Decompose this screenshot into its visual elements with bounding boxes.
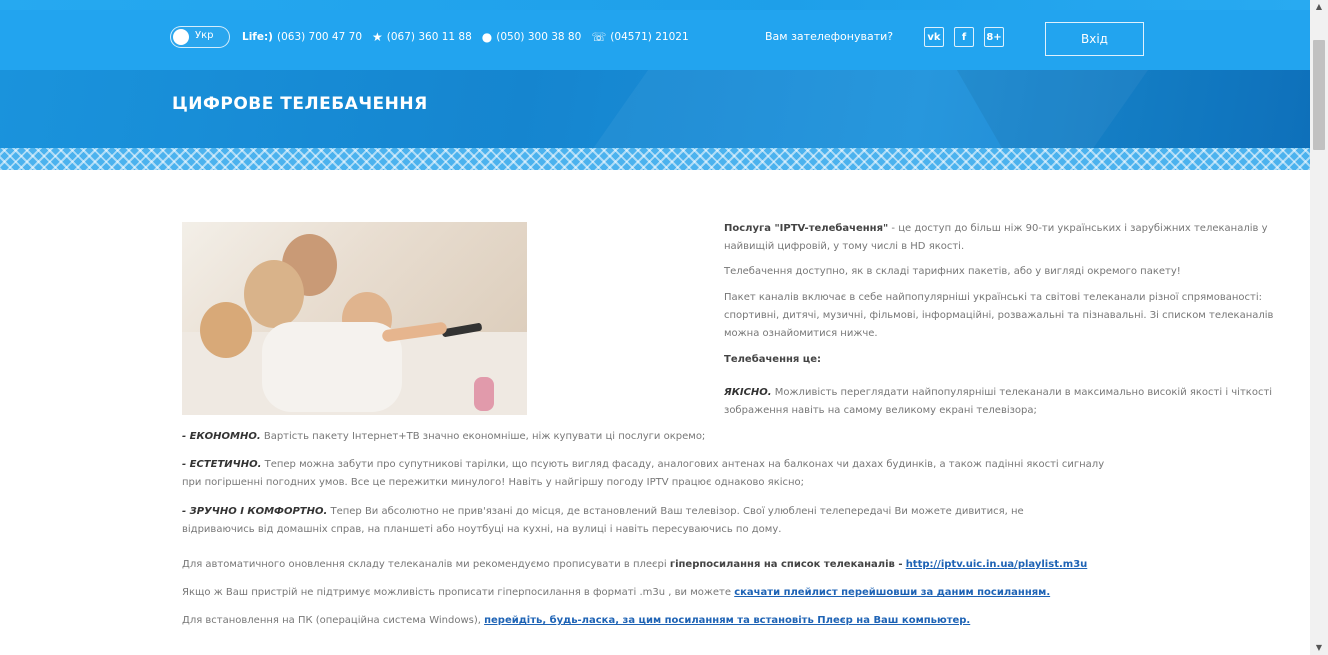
- facebook-icon[interactable]: f: [954, 27, 974, 47]
- intro-paragraph: Послуга "IPTV-телебачення" - це доступ д…: [724, 220, 1314, 256]
- pc-text: Для встановлення на ПК (операційна систе…: [182, 615, 481, 626]
- aesthetic-text-2: при погіршенні погодних умов. Все це пер…: [182, 477, 805, 488]
- intro-text-2: найвищій цифровій, у тому числі в HD яко…: [724, 241, 965, 252]
- auto-update-bold: гіперпосилання на список телеканалів -: [669, 559, 903, 570]
- vk-icon[interactable]: vk: [924, 27, 944, 47]
- quality-text-1: Можливість переглядати найпопулярніші те…: [774, 387, 1273, 398]
- person-body: [262, 322, 402, 412]
- comfort-item: - ЗРУЧНО І КОМФОРТНО. Тепер Ви абсолютно…: [182, 503, 1142, 539]
- egg-icon: ●: [481, 30, 493, 44]
- m3u-text: Якщо ж Ваш пристрій не підтримує можливі…: [182, 587, 732, 598]
- phone-mts[interactable]: ● (050) 300 38 80: [482, 30, 582, 44]
- scroll-up-arrow-icon[interactable]: ▲: [1310, 0, 1328, 14]
- google-plus-icon[interactable]: 8+: [984, 27, 1004, 47]
- intro-text-1: - це доступ до більш ніж 90-ти українськ…: [891, 223, 1268, 234]
- callback-link[interactable]: Вам зателефонувати?: [765, 30, 893, 43]
- download-playlist-link[interactable]: скачати плейлист перейшовши за даним пос…: [734, 587, 1050, 598]
- intro-bold: Послуга "IPTV-телебачення": [724, 223, 889, 234]
- m3u-paragraph: Якщо ж Ваш пристрій не підтримує можливі…: [182, 584, 1142, 602]
- scrollbar[interactable]: ▲ ▼: [1310, 0, 1328, 655]
- page-title: ЦИФРОВЕ ТЕЛЕБАЧЕННЯ: [172, 94, 428, 114]
- family-tv-photo: [182, 222, 527, 415]
- phone-kyivstar[interactable]: ★ (067) 360 11 88: [372, 30, 472, 44]
- p3-line-3: можна ознайомитися нижче.: [724, 328, 878, 339]
- phone-life[interactable]: Life:) (063) 700 47 70: [242, 31, 362, 43]
- phone-life-number: (063) 700 47 70: [276, 31, 362, 43]
- aesthetic-label: - ЕСТЕТИЧНО.: [182, 459, 262, 470]
- p3: Пакет каналів включає в себе найпопулярн…: [724, 289, 1314, 343]
- section-heading: Телебачення це:: [724, 354, 822, 365]
- p2: Телебачення доступно, як в складі тарифн…: [724, 266, 1181, 277]
- phone-mts-number: (050) 300 38 80: [496, 31, 582, 43]
- language-label: Укр: [195, 30, 214, 41]
- p3-line-1: Пакет каналів включає в себе найпопулярн…: [724, 292, 1262, 303]
- person-mom-head: [244, 260, 304, 328]
- language-toggle[interactable]: Укр: [170, 26, 230, 48]
- phone-list: Life:) (063) 700 47 70 ★ (067) 360 11 88…: [242, 30, 689, 44]
- life-prefix: Life:): [242, 31, 273, 43]
- phone-icon: ☏: [591, 30, 607, 44]
- install-player-link[interactable]: перейдіть, будь-ласка, за цим посиланням…: [484, 615, 970, 626]
- phone-city-number: (04571) 21021: [610, 31, 689, 43]
- comfort-text-2: відриваючись від домашніх справ, на план…: [182, 524, 782, 535]
- phone-city[interactable]: ☏ (04571) 21021: [591, 30, 688, 44]
- quality-text-2: зображення навіть на самому великому екр…: [724, 405, 1037, 416]
- scroll-down-arrow-icon[interactable]: ▼: [1310, 641, 1328, 655]
- toggle-knob: [173, 29, 189, 45]
- top-bar: Укр Life:) (063) 700 47 70 ★ (067) 360 1…: [0, 0, 1310, 70]
- social-links: vk f 8+: [924, 27, 1004, 47]
- comfort-text-1: Тепер Ви абсолютно не прив'язані до місц…: [330, 506, 1024, 517]
- quality-item: ЯКІСНО. Можливість переглядати найпопуля…: [724, 384, 1314, 420]
- login-button[interactable]: Вхід: [1045, 22, 1144, 56]
- page-banner: ЦИФРОВЕ ТЕЛЕБАЧЕННЯ: [0, 70, 1310, 148]
- ornament-strip: [0, 148, 1310, 170]
- economy-label: - ЕКОНОМНО.: [182, 431, 261, 442]
- auto-update-paragraph: Для автоматичного оновлення складу телек…: [182, 556, 1142, 574]
- economy-text: Вартість пакету Інтернет+ТВ значно еконо…: [263, 431, 706, 442]
- quality-label: ЯКІСНО.: [724, 387, 772, 398]
- star-icon: ★: [372, 30, 383, 44]
- scrollbar-thumb[interactable]: [1313, 40, 1325, 150]
- pink-shoe: [474, 377, 494, 411]
- aesthetic-text-1: Тепер можна забути про супутникові таріл…: [264, 459, 1105, 470]
- aesthetic-item: - ЕСТЕТИЧНО. Тепер можна забути про супу…: [182, 456, 1142, 492]
- economy-item: - ЕКОНОМНО. Вартість пакету Інтернет+ТВ …: [182, 428, 705, 446]
- phone-kyivstar-number: (067) 360 11 88: [386, 31, 472, 43]
- pc-paragraph: Для встановлення на ПК (операційна систе…: [182, 612, 1142, 630]
- comfort-label: - ЗРУЧНО І КОМФОРТНО.: [182, 506, 328, 517]
- person-boy-head: [200, 302, 252, 358]
- playlist-url-link[interactable]: http://iptv.uic.in.ua/playlist.m3u: [906, 559, 1088, 570]
- p3-line-2: спортивні, дитячі, музичні, фільмові, ін…: [724, 310, 1274, 321]
- auto-update-text: Для автоматичного оновлення складу телек…: [182, 559, 667, 570]
